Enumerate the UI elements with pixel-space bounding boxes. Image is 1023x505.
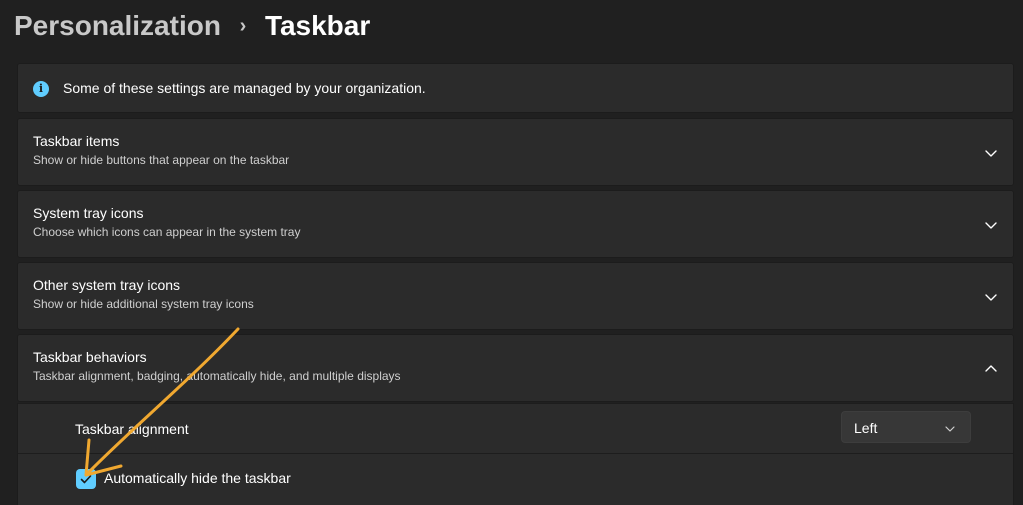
taskbar-behaviors-content: Taskbar alignment Left Automatically hid…	[17, 403, 1014, 505]
section-title: System tray icons	[33, 205, 144, 221]
taskbar-alignment-label: Taskbar alignment	[75, 421, 189, 437]
taskbar-behaviors-section[interactable]: Taskbar behaviors Taskbar alignment, bad…	[17, 334, 1014, 402]
managed-by-organization-banner: i Some of these settings are managed by …	[17, 63, 1014, 113]
section-description: Show or hide additional system tray icon…	[33, 297, 254, 311]
autohide-checkbox[interactable]	[76, 469, 96, 489]
section-title: Other system tray icons	[33, 277, 181, 293]
system-tray-icons-section[interactable]: System tray icons Choose which icons can…	[17, 190, 1014, 258]
breadcrumb: Personalization › Taskbar	[14, 6, 370, 46]
divider	[18, 453, 1013, 454]
autohide-label[interactable]: Automatically hide the taskbar	[104, 470, 291, 486]
section-description: Show or hide buttons that appear on the …	[33, 153, 290, 167]
chevron-down-icon	[944, 422, 956, 434]
chevron-down-icon[interactable]	[983, 217, 999, 233]
settings-page: Personalization › Taskbar i Some of thes…	[0, 0, 1023, 505]
chevron-up-icon[interactable]	[983, 361, 999, 377]
breadcrumb-personalization[interactable]: Personalization	[14, 10, 221, 42]
checkmark-icon	[80, 475, 92, 484]
breadcrumb-separator-icon: ›	[239, 14, 247, 37]
taskbar-alignment-dropdown[interactable]: Left	[841, 411, 971, 443]
banner-text: Some of these settings are managed by yo…	[63, 80, 426, 96]
section-title: Taskbar items	[33, 133, 120, 149]
section-title: Taskbar behaviors	[33, 349, 147, 365]
section-description: Taskbar alignment, badging, automaticall…	[33, 369, 401, 383]
other-system-tray-icons-section[interactable]: Other system tray icons Show or hide add…	[17, 262, 1014, 330]
info-icon: i	[33, 81, 49, 97]
chevron-down-icon[interactable]	[983, 289, 999, 305]
section-description: Choose which icons can appear in the sys…	[33, 225, 301, 239]
taskbar-items-section[interactable]: Taskbar items Show or hide buttons that …	[17, 118, 1014, 186]
divider	[18, 403, 1013, 404]
dropdown-selected-value: Left	[854, 420, 878, 436]
chevron-down-icon[interactable]	[983, 145, 999, 161]
page-title: Taskbar	[264, 10, 371, 41]
